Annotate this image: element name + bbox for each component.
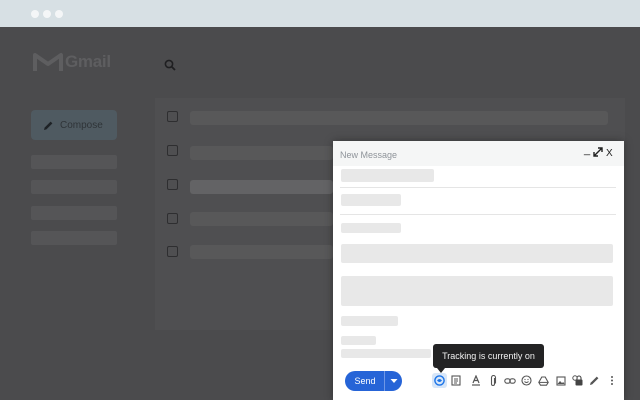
photo-icon[interactable] [554, 374, 567, 387]
formatting-icon[interactable] [469, 374, 482, 387]
compose-label: Compose [60, 119, 103, 131]
tooltip-text: Tracking is currently on [442, 351, 535, 361]
compose-header[interactable]: New Message _ X [333, 141, 624, 166]
body-line[interactable] [341, 349, 431, 358]
gmail-m-icon [33, 53, 63, 71]
drive-icon[interactable] [537, 374, 550, 387]
body-line[interactable] [341, 316, 398, 326]
link-icon[interactable] [503, 374, 516, 387]
sidebar-item[interactable] [31, 155, 117, 169]
send-button[interactable]: Send [345, 371, 385, 391]
row-checkbox[interactable] [167, 179, 178, 190]
sidebar-item[interactable] [31, 206, 117, 220]
signature-icon[interactable] [588, 374, 601, 387]
close-button[interactable]: X [606, 148, 613, 159]
tooltip-arrow [437, 368, 445, 373]
window-dot [31, 10, 39, 18]
row-checkbox[interactable] [167, 246, 178, 257]
divider [340, 214, 616, 215]
sidebar-item[interactable] [31, 231, 117, 245]
table-row[interactable] [190, 245, 333, 259]
send-divider [384, 371, 385, 391]
body-line[interactable] [341, 244, 613, 263]
expand-icon[interactable] [593, 147, 603, 160]
send-button-group: Send [345, 371, 402, 391]
chevron-down-icon[interactable] [386, 371, 402, 391]
row-checkbox[interactable] [167, 213, 178, 224]
minimize-button[interactable]: _ [584, 145, 590, 156]
table-row[interactable] [190, 146, 333, 160]
table-row[interactable] [190, 180, 333, 194]
recipients-field[interactable] [341, 169, 434, 182]
window-dot [43, 10, 51, 18]
search-icon[interactable] [164, 58, 176, 76]
tracking-tooltip: Tracking is currently on [433, 344, 544, 368]
tracking-icon[interactable] [432, 373, 447, 388]
compose-button[interactable]: Compose [31, 110, 117, 140]
window-dot [55, 10, 63, 18]
sidebar-item[interactable] [31, 180, 117, 194]
emoji-icon[interactable] [520, 374, 533, 387]
attachment-icon[interactable] [486, 374, 499, 387]
confidential-icon[interactable] [571, 374, 584, 387]
gmail-logo-text: Gmail [65, 52, 111, 71]
table-row[interactable] [190, 212, 333, 226]
browser-titlebar [0, 0, 640, 27]
subject-field[interactable] [341, 194, 401, 206]
compose-title: New Message [340, 150, 398, 160]
row-checkbox[interactable] [167, 111, 178, 122]
template-icon[interactable] [449, 374, 462, 387]
body-line[interactable] [341, 336, 376, 345]
pencil-icon [44, 121, 53, 130]
body-line[interactable] [341, 276, 613, 306]
body-line[interactable] [341, 223, 401, 233]
divider [340, 187, 616, 188]
row-checkbox[interactable] [167, 145, 178, 156]
gmail-logo[interactable]: Gmail [33, 52, 111, 72]
more-options-icon[interactable] [605, 374, 618, 387]
table-row[interactable] [190, 111, 608, 125]
